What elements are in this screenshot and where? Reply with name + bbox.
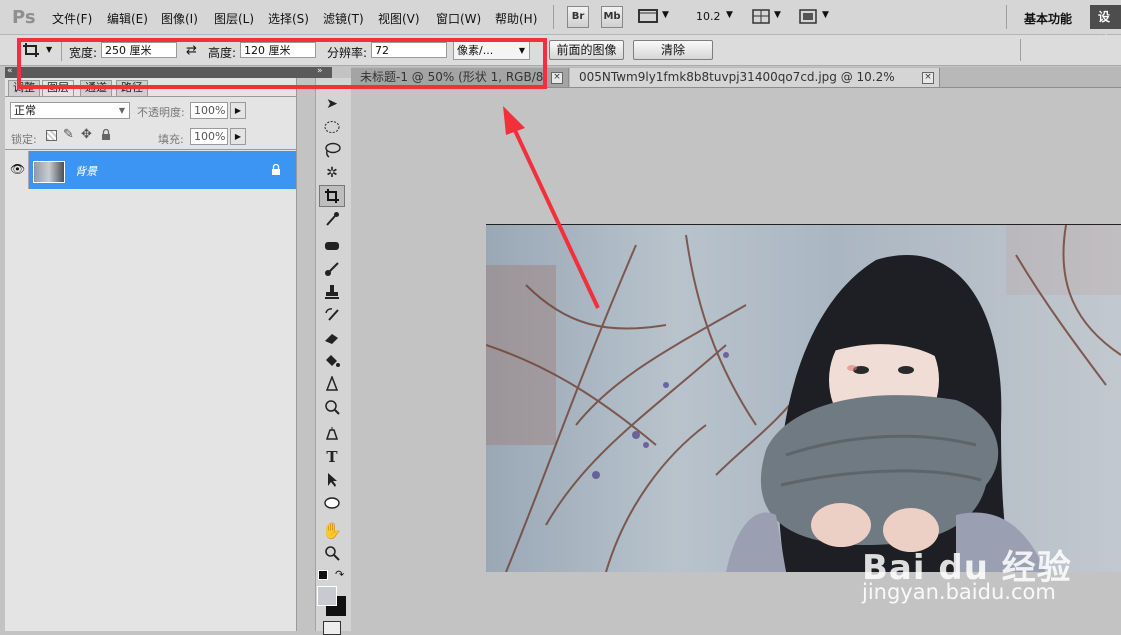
path-selection-tool-icon[interactable] — [319, 469, 345, 491]
menubar-separator — [553, 5, 554, 29]
opacity-slider-toggle[interactable]: ▶ — [230, 102, 246, 119]
brush-tool-icon[interactable] — [319, 258, 345, 280]
menu-window[interactable]: 窗口(W) — [436, 10, 481, 27]
ellipse-tool-icon[interactable] — [319, 492, 345, 514]
quick-selection-tool-icon[interactable]: ✲ — [319, 162, 345, 184]
hand-tool-icon[interactable]: ✋ — [319, 519, 345, 541]
layer-lock-icon — [271, 163, 281, 175]
menu-filter[interactable]: 滤镜(T) — [323, 10, 364, 27]
document-tab-photo[interactable]: 005NTwm9ly1fmk8b8tuvpj31400qo7cd.jpg @ 1… — [570, 68, 940, 103]
type-tool-icon[interactable]: T — [319, 446, 345, 468]
pen-tool-icon[interactable] — [319, 423, 345, 445]
dodge-tool-icon[interactable] — [319, 396, 345, 418]
blur-tool-icon[interactable] — [319, 373, 345, 395]
blend-mode-value: 正常 — [14, 104, 36, 117]
layer-row-background[interactable] — [29, 151, 296, 189]
menu-view[interactable]: 视图(V) — [378, 10, 420, 27]
blend-mode-select[interactable]: 正常 ▼ — [10, 102, 130, 119]
menu-image[interactable]: 图像(I) — [161, 10, 198, 27]
front-image-button[interactable]: 前面的图像 — [549, 40, 624, 60]
workspace-design-tab[interactable]: 设计 — [1090, 5, 1121, 48]
opacity-input[interactable]: 100% — [190, 102, 228, 119]
baidu-watermark-url: jingyan.baidu.com — [862, 580, 1056, 604]
crop-tool-icon[interactable] — [319, 185, 345, 207]
default-colors-icon[interactable] — [318, 570, 328, 580]
layer-visibility-toggle[interactable]: 👁 — [6, 151, 29, 189]
zoom-tool-icon[interactable] — [319, 542, 345, 564]
panel-divider-2 — [5, 149, 296, 150]
layer-thumbnail — [33, 161, 65, 183]
menu-edit[interactable]: 编辑(E) — [107, 10, 148, 27]
fill-label: 填充: — [158, 133, 184, 146]
eyedropper-tool-icon[interactable] — [319, 208, 345, 230]
zoom-dropdown-icon[interactable]: ▼ — [726, 10, 733, 20]
menu-select[interactable]: 选择(S) — [268, 10, 309, 27]
options-separator-2 — [1020, 39, 1021, 61]
close-tab-icon[interactable]: × — [551, 72, 563, 84]
marquee-tool-icon[interactable] — [319, 116, 345, 138]
screen-mode-icon[interactable] — [799, 9, 817, 24]
fill-slider-toggle[interactable]: ▶ — [230, 128, 246, 145]
annotation-highlight-box — [17, 38, 547, 89]
screen-mode-dropdown-icon[interactable]: ▼ — [822, 10, 829, 20]
lock-brush-icon[interactable]: ✎ — [63, 127, 74, 142]
close-tab-icon[interactable]: × — [922, 72, 934, 84]
bridge-button[interactable]: Br — [567, 6, 589, 28]
view-extras-dropdown-icon[interactable]: ▼ — [662, 10, 669, 20]
workspace-switcher[interactable]: 基本功能 — [1024, 10, 1072, 27]
lock-move-icon[interactable]: ✥ — [81, 127, 92, 142]
lock-all-icon[interactable] — [101, 128, 111, 140]
clear-button[interactable]: 清除 — [633, 40, 713, 60]
chevron-down-icon: ▼ — [118, 106, 125, 115]
lock-label: 锁定: — [11, 133, 37, 146]
photoshop-logo: Ps — [12, 7, 36, 28]
menu-help[interactable]: 帮助(H) — [495, 10, 537, 27]
collapse-panel-icon[interactable]: « — [7, 66, 13, 76]
zoom-level[interactable]: 10.2 — [696, 10, 721, 23]
healing-brush-tool-icon[interactable] — [319, 235, 345, 257]
layer-name[interactable]: 背景 — [75, 163, 97, 179]
mini-bridge-button[interactable]: Mb — [601, 6, 623, 28]
foreground-color-swatch[interactable] — [317, 586, 337, 606]
menu-layer[interactable]: 图层(L) — [214, 10, 254, 27]
eraser-tool-icon[interactable] — [319, 327, 345, 349]
opacity-label: 不透明度: — [137, 106, 185, 119]
view-extras-icon[interactable] — [638, 8, 658, 24]
annotation-arrow — [503, 106, 600, 309]
arrange-documents-icon[interactable] — [752, 9, 770, 24]
clone-stamp-tool-icon[interactable] — [319, 281, 345, 303]
menubar-separator-2 — [1006, 5, 1007, 29]
menu-file[interactable]: 文件(F) — [52, 10, 92, 27]
move-tool-icon[interactable]: ➤ — [319, 93, 345, 115]
history-brush-tool-icon[interactable] — [319, 304, 345, 326]
lock-transparency-icon[interactable] — [46, 130, 57, 141]
panel-divider — [5, 96, 296, 97]
quick-mask-icon[interactable] — [323, 621, 341, 635]
arrange-dropdown-icon[interactable]: ▼ — [774, 10, 781, 20]
lasso-tool-icon[interactable] — [319, 139, 345, 161]
swap-colors-icon[interactable]: ↷ — [335, 568, 344, 581]
paint-bucket-tool-icon[interactable] — [319, 350, 345, 372]
fill-input[interactable]: 100% — [190, 128, 228, 145]
eye-icon: 👁 — [10, 162, 26, 176]
